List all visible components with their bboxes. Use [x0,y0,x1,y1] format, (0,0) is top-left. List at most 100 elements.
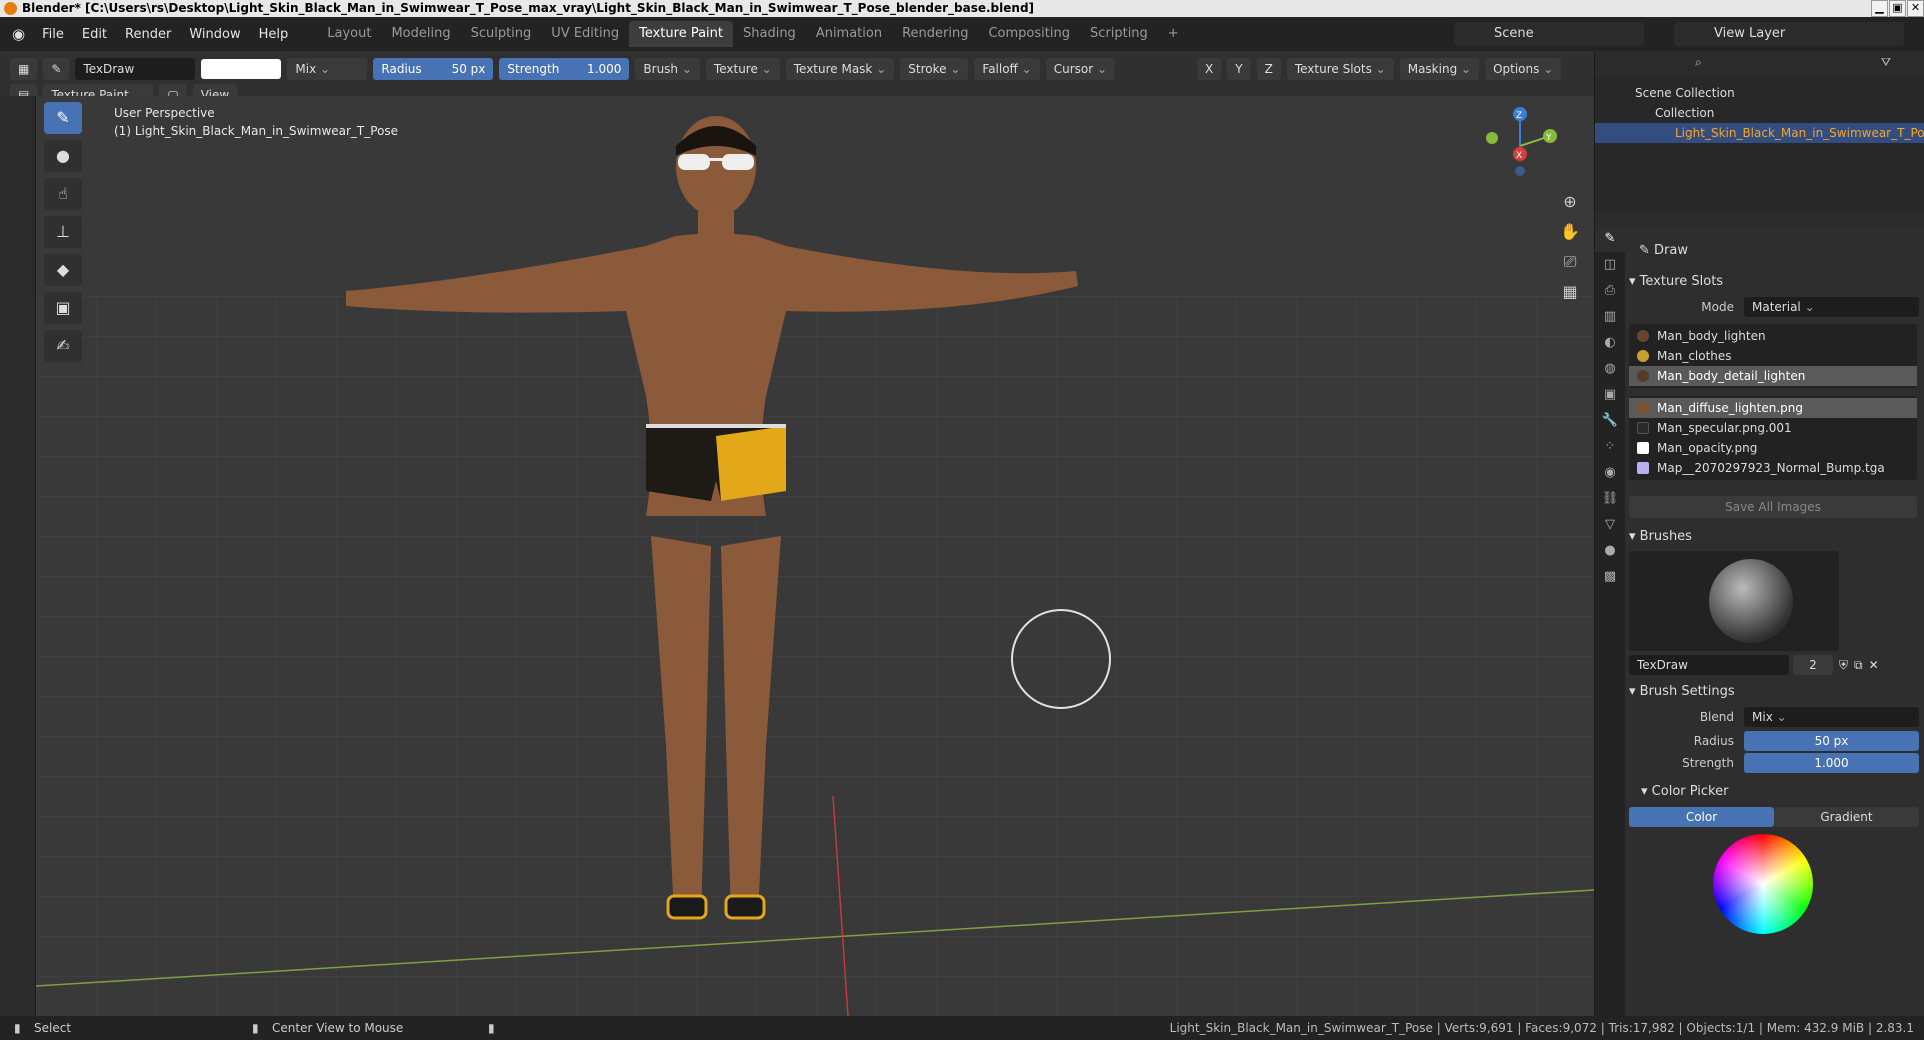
brush-users-count[interactable]: 2 [1793,655,1833,675]
falloff-menu[interactable]: Falloff [974,57,1040,80]
tab-compositing[interactable]: Compositing [978,21,1080,47]
camera-icon[interactable]: ⎚ [1556,248,1584,276]
texture-menu[interactable]: Texture [705,57,780,80]
brushes-panel-header[interactable]: ▾ Brushes [1629,526,1692,548]
search-icon[interactable]: ⌕ [1695,55,1702,70]
brush-menu[interactable]: Brush [635,57,700,80]
options-menu[interactable]: Options [1485,57,1562,80]
annotate-tool-icon[interactable]: ✍ [44,330,82,362]
pan-hand-icon[interactable]: ✋ [1556,218,1584,246]
radius-slider[interactable]: 50 px [1744,731,1919,751]
texture-slots-menu[interactable]: Texture Slots [1286,57,1394,80]
menu-render[interactable]: Render [116,27,180,42]
brush-icon[interactable]: ✎ [43,57,70,80]
outliner-object[interactable]: Light_Skin_Black_Man_in_Swimwear_T_Pose [1595,123,1924,143]
symmetry-x-toggle[interactable]: X [1197,57,1222,80]
particles-tab-icon[interactable]: ⁘ [1595,434,1625,460]
object-tab-icon[interactable]: ▣ [1595,382,1625,408]
tab-layout[interactable]: Layout [317,21,381,47]
list-item[interactable]: Man_body_lighten [1629,326,1917,346]
tab-sculpting[interactable]: Sculpting [461,21,542,47]
data-tab-icon[interactable]: ▽ [1595,512,1625,538]
color-picker-panel-header[interactable]: ▾ Color Picker [1641,781,1728,803]
ortho-grid-icon[interactable]: ▦ [1556,278,1584,306]
maximize-button[interactable]: ▣ [1889,0,1906,17]
brush-preview[interactable] [1629,551,1839,651]
tab-scripting[interactable]: Scripting [1080,21,1158,47]
render-tab-icon[interactable]: ◫ [1595,252,1625,278]
blend-mode-dropdown[interactable]: Mix [287,57,368,80]
gizmo-y-label: Y [1545,133,1552,143]
navigation-gizmo[interactable]: Z Y X [1480,106,1560,186]
mask-tool-icon[interactable]: ▣ [44,292,82,324]
outliner-scene-collection[interactable]: Scene Collection [1595,83,1735,103]
save-all-images-button[interactable]: Save All Images [1629,496,1917,518]
list-item[interactable]: Man_specular.png.001 [1629,418,1917,438]
list-item[interactable]: Man_diffuse_lighten.png [1629,398,1917,418]
list-item[interactable]: Man_clothes [1629,346,1917,366]
radius-slider[interactable]: Radius 50 px [373,57,494,80]
strength-slider[interactable]: 1.000 [1744,753,1919,773]
tab-modeling[interactable]: Modeling [381,21,460,47]
masking-menu[interactable]: Masking [1399,57,1480,80]
menu-file[interactable]: File [33,27,73,42]
modifier-tab-icon[interactable]: 🔧 [1595,408,1625,434]
tab-rendering[interactable]: Rendering [892,21,978,47]
tab-animation[interactable]: Animation [806,21,892,47]
mode-dropdown[interactable]: Material [1744,297,1919,317]
editor-type-icon[interactable]: ▦ [10,57,38,80]
draw-tool-icon[interactable]: ✎ [44,102,82,134]
scene-tab-icon[interactable]: ◐ [1595,330,1625,356]
texture-mask-menu[interactable]: Texture Mask [785,57,895,80]
gradient-tab[interactable]: Gradient [1774,807,1919,827]
world-tab-icon[interactable]: ◍ [1595,356,1625,382]
menu-edit[interactable]: Edit [73,27,116,42]
scene-selector[interactable]: Scene [1454,22,1644,46]
brush-settings-panel-header[interactable]: ▾ Brush Settings [1629,681,1735,703]
blend-dropdown[interactable]: Mix [1744,707,1919,727]
duplicate-brush-icon[interactable]: ⧉ [1854,658,1863,673]
material-tab-icon[interactable]: ● [1595,538,1625,564]
list-item[interactable]: Map__2070297923_Normal_Bump.tga [1629,458,1917,478]
cursor-menu[interactable]: Cursor [1045,57,1116,80]
list-item[interactable]: Man_opacity.png [1629,438,1917,458]
texture-tab-icon[interactable]: ▩ [1595,564,1625,590]
tab-shading[interactable]: Shading [733,21,806,47]
smear-tool-icon[interactable]: ☝ [44,178,82,210]
unlink-brush-icon[interactable]: ✕ [1869,658,1879,672]
view-layer-selector[interactable]: View Layer [1674,22,1904,46]
list-item[interactable]: Man_body_detail_lighten [1629,366,1917,386]
constraints-tab-icon[interactable]: ⛓ [1595,486,1625,512]
texture-slots-panel-header[interactable]: ▾ Texture Slots [1629,271,1723,293]
symmetry-y-toggle[interactable]: Y [1227,57,1251,80]
color-tab[interactable]: Color [1629,807,1774,827]
brush-color-swatch[interactable] [201,58,282,79]
filter-icon[interactable]: ⛛ [1881,55,1891,70]
close-button[interactable]: ✕ [1907,0,1924,17]
material-icon [1637,330,1649,342]
minimize-button[interactable]: ▁ [1871,0,1888,17]
soften-tool-icon[interactable]: ● [44,140,82,172]
add-workspace-button[interactable]: + [1158,21,1189,47]
color-wheel[interactable] [1713,834,1813,934]
tab-uv-editing[interactable]: UV Editing [541,21,629,47]
symmetry-z-toggle[interactable]: Z [1256,57,1281,80]
stroke-menu[interactable]: Stroke [900,57,969,80]
menu-help[interactable]: Help [250,27,298,42]
menu-window[interactable]: Window [180,27,249,42]
fake-user-shield-icon[interactable]: ⛨ [1839,658,1848,673]
clone-tool-icon[interactable]: ⊥ [44,216,82,248]
brush-name-field[interactable]: TexDraw [1629,655,1789,675]
outliner-collection[interactable]: Collection👁 [1595,103,1714,123]
brush-name-field[interactable]: TexDraw [75,57,196,80]
3d-viewport[interactable]: User Perspective (1) Light_Skin_Black_Ma… [36,96,1594,1016]
zoom-icon[interactable]: ⊕ [1556,188,1584,216]
strength-slider[interactable]: Strength 1.000 [499,57,630,80]
fill-tool-icon[interactable]: ◆ [44,254,82,286]
output-tab-icon[interactable]: ⎙ [1595,278,1625,304]
tab-texture-paint[interactable]: Texture Paint [629,21,733,47]
blender-menu-icon[interactable]: ◉ [0,25,33,43]
tool-tab-icon[interactable]: ✎ [1595,226,1625,252]
physics-tab-icon[interactable]: ◉ [1595,460,1625,486]
view-layer-tab-icon[interactable]: ▥ [1595,304,1625,330]
